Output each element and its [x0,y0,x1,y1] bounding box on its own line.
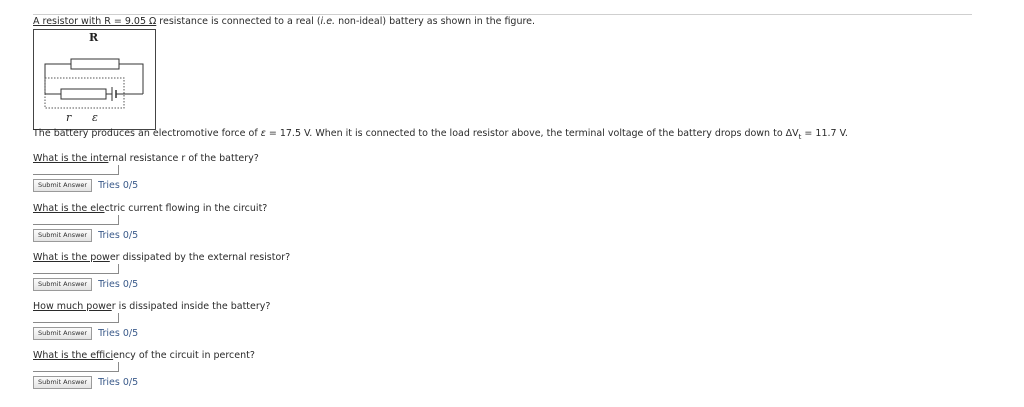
answer-input[interactable] [33,362,119,372]
emf-label: ε [92,111,98,124]
question-text-underlined: What is the pow [33,252,110,263]
submit-row: Submit Answer Tries 0/5 [33,179,972,192]
submit-row: Submit Answer Tries 0/5 [33,229,972,242]
submit-row: Submit Answer Tries 0/5 [33,278,972,291]
submit-answer-button[interactable]: Submit Answer [33,327,93,340]
question-text: How much power is dissipated inside the … [33,301,972,313]
submit-row: Submit Answer Tries 0/5 [33,327,972,340]
submit-answer-button[interactable]: Submit Answer [33,229,93,242]
top-divider [33,14,972,15]
question-text-rest: ctric current flowing in the circuit? [104,203,268,214]
answer-input[interactable] [33,264,119,274]
circuit-figure: R r ε [33,29,156,130]
question-block: What is the efficiency of the circuit in… [33,350,972,389]
internal-r-label: r [66,111,72,124]
question-text: What is the power dissipated by the exte… [33,252,972,264]
question-text-underlined: What is the effici [33,350,114,361]
problem-statement: The battery produces an electromotive fo… [33,128,848,143]
answer-input[interactable] [33,165,119,175]
question-text: What is the efficiency of the circuit in… [33,350,972,362]
question-block: How much power is dissipated inside the … [33,301,972,340]
ie-text: i.e. [320,16,336,27]
delta-v: ΔV [785,128,799,139]
emf-text-2: = 17.5 V. When it is connected to the lo… [265,128,786,139]
submit-answer-button[interactable]: Submit Answer [33,179,93,192]
intro-end: non-ideal) battery as shown in the figur… [335,16,536,27]
question-text-underlined: What is the ele [33,203,105,214]
tries-counter: Tries 0/5 [98,279,139,290]
answer-input[interactable] [33,313,119,323]
answer-input[interactable] [33,215,119,225]
question-text-rest: r is dissipated inside the battery? [111,301,271,312]
question-text-rest: er dissipated by the external resistor? [109,252,291,263]
submit-row: Submit Answer Tries 0/5 [33,376,972,389]
emf-text-3: = 11.7 V. [801,128,848,139]
question-block: What is the electric current flowing in … [33,203,972,242]
problem-intro: A resistor with R = 9.05 Ω resistance is… [33,16,535,28]
question-text-rest: rnal resistance r of the battery? [108,153,259,164]
question-text: What is the internal resistance r of the… [33,153,972,165]
tries-counter: Tries 0/5 [98,180,139,191]
tries-counter: Tries 0/5 [98,230,139,241]
question-block: What is the internal resistance r of the… [33,153,972,192]
tries-counter: Tries 0/5 [98,377,139,388]
question-block: What is the power dissipated by the exte… [33,252,972,291]
intro-prefix: A resistor with R = 9.05 [33,16,150,27]
submit-answer-button[interactable]: Submit Answer [33,376,93,389]
question-text: What is the electric current flowing in … [33,203,972,215]
submit-answer-button[interactable]: Submit Answer [33,278,93,291]
question-text-underlined: What is the inte [33,153,109,164]
question-text-underlined: How much powe [33,301,112,312]
question-text-rest: ency of the circuit in percent? [113,350,255,361]
emf-text-1: The battery produces an electromotive fo… [33,128,261,139]
tries-counter: Tries 0/5 [98,328,139,339]
intro-suffix: resistance is connected to a real ( [156,16,321,27]
